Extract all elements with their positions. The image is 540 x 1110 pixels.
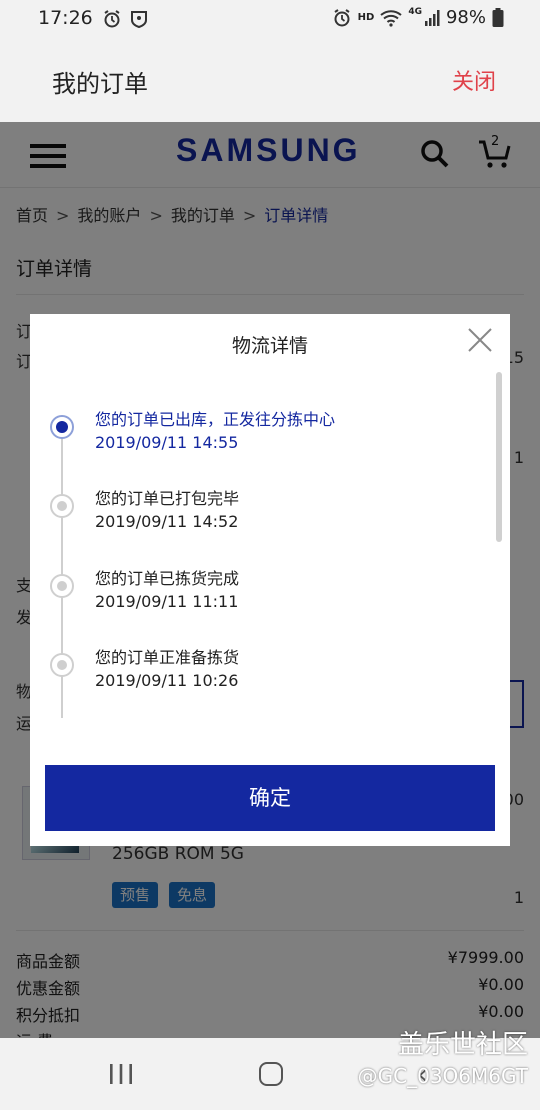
- timeline-item: 您的订单正准备拣货 2019/09/11 10:26: [30, 646, 470, 706]
- timeline-time: 2019/09/11 14:52: [95, 512, 239, 531]
- modal-title: 物流详情: [231, 335, 308, 357]
- shield-app-icon: [131, 11, 147, 29]
- home-icon[interactable]: [259, 1062, 283, 1086]
- logistics-modal: 物流详情 您的订单已出库，正发往分拣中心 2019/09/11 14:55 您的…: [30, 314, 510, 846]
- status-bar: 17:26 HD 4G 98%: [0, 0, 540, 38]
- hd-indicator: HD: [357, 12, 375, 23]
- battery-percent: 98%: [445, 7, 486, 28]
- timeline-time: 2019/09/11 14:55: [95, 433, 239, 452]
- timeline-time: 2019/09/11 11:11: [95, 592, 239, 611]
- page-title: 我的订单: [52, 70, 148, 98]
- confirm-button[interactable]: 确定: [45, 765, 495, 831]
- scrollbar[interactable]: [496, 372, 502, 542]
- timeline-time: 2019/09/11 10:26: [95, 671, 239, 690]
- timeline-dot: [50, 653, 74, 677]
- signal-4g-label: 4G: [408, 6, 422, 17]
- timeline-dot: [50, 574, 74, 598]
- timeline-status: 您的订单正准备拣货: [95, 648, 240, 667]
- timeline-dot: [50, 494, 74, 518]
- wifi-icon: [380, 9, 402, 27]
- close-icon[interactable]: [466, 326, 494, 354]
- watermark-user: @GC_03O6M6GT: [357, 1064, 528, 1088]
- app-header: 我的订单 关闭: [0, 38, 540, 122]
- alarm-icon: [104, 10, 120, 28]
- timeline-dot-active: [50, 415, 74, 439]
- timeline-item: 您的订单已出库，正发往分拣中心 2019/09/11 14:55: [30, 408, 470, 468]
- recent-apps-icon[interactable]: [108, 1062, 134, 1086]
- timeline-status: 您的订单已拣货完成: [95, 569, 240, 588]
- watermark-community: 盖乐世社区: [397, 1030, 528, 1060]
- timeline-status: 您的订单已打包完毕: [95, 489, 240, 508]
- timeline-item: 您的订单已打包完毕 2019/09/11 14:52: [30, 487, 470, 547]
- alarm-icon: [334, 8, 350, 26]
- battery-icon: [492, 7, 504, 27]
- timeline-item: 您的订单已拣货完成 2019/09/11 11:11: [30, 567, 470, 627]
- timeline-status: 您的订单已出库，正发往分拣中心: [95, 410, 336, 429]
- close-button[interactable]: 关闭: [452, 64, 496, 96]
- status-time: 17:26: [38, 7, 93, 29]
- modal-header: 物流详情: [30, 314, 510, 372]
- signal-icon: [424, 9, 440, 26]
- logistics-timeline[interactable]: 您的订单已出库，正发往分拣中心 2019/09/11 14:55 您的订单已打包…: [30, 372, 510, 722]
